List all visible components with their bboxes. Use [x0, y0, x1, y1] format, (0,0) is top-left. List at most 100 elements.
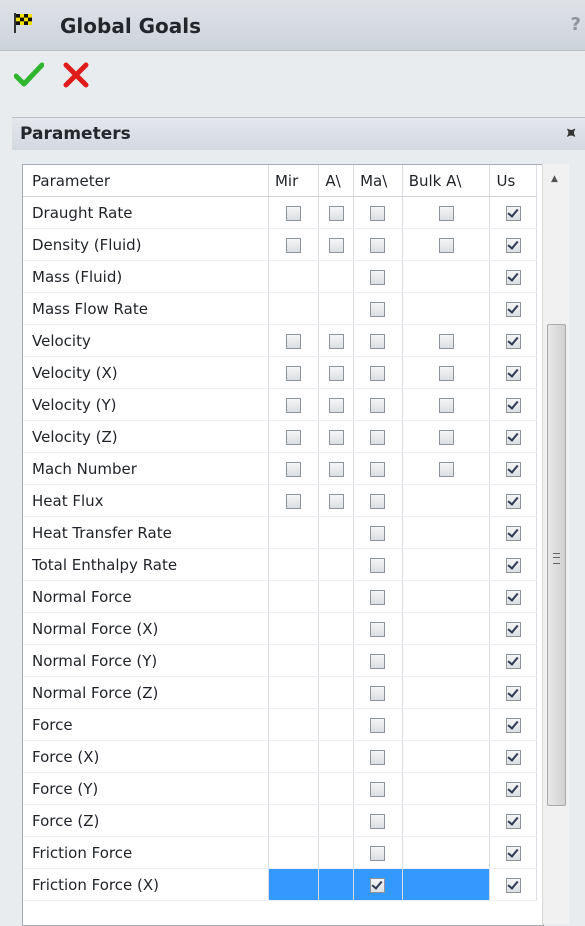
table-row[interactable]: Force [23, 708, 537, 741]
bulk-checkbox[interactable] [438, 237, 454, 253]
bulk-checkbox[interactable] [438, 461, 454, 477]
use-checkbox[interactable] [505, 781, 521, 797]
av-checkbox[interactable] [328, 493, 344, 509]
table-row[interactable]: Friction Force (X) [23, 868, 537, 901]
use-checkbox[interactable] [505, 397, 521, 413]
use-checkbox[interactable] [505, 557, 521, 573]
table-row[interactable]: Velocity (X) [23, 356, 537, 389]
use-checkbox[interactable] [505, 365, 521, 381]
max-checkbox[interactable] [370, 589, 386, 605]
av-checkbox[interactable] [328, 237, 344, 253]
column-header-av[interactable]: A\ [318, 165, 355, 197]
min-checkbox[interactable] [286, 397, 302, 413]
use-checkbox[interactable] [505, 653, 521, 669]
av-checkbox[interactable] [328, 365, 344, 381]
use-checkbox[interactable] [505, 333, 521, 349]
column-header-max[interactable]: Ma\ [353, 165, 403, 197]
max-checkbox[interactable] [370, 461, 386, 477]
bulk-checkbox[interactable] [438, 205, 454, 221]
bulk-checkbox[interactable] [438, 333, 454, 349]
min-checkbox[interactable] [286, 365, 302, 381]
max-checkbox[interactable] [370, 365, 386, 381]
table-row[interactable]: Force (X) [23, 740, 537, 773]
use-checkbox[interactable] [505, 237, 521, 253]
table-row[interactable]: Normal Force (X) [23, 612, 537, 645]
max-checkbox[interactable] [370, 653, 386, 669]
scrollbar-thumb[interactable] [547, 324, 566, 806]
column-header-parameter[interactable]: Parameter [23, 165, 269, 197]
table-row[interactable]: Heat Transfer Rate [23, 516, 537, 549]
max-checkbox[interactable] [370, 397, 386, 413]
column-header-bulk-av[interactable]: Bulk A\ [402, 165, 491, 197]
max-checkbox[interactable] [370, 781, 386, 797]
use-checkbox[interactable] [505, 621, 521, 637]
av-checkbox[interactable] [328, 205, 344, 221]
min-checkbox[interactable] [286, 205, 302, 221]
table-row[interactable]: Heat Flux [23, 484, 537, 517]
table-row[interactable]: Mass Flow Rate [23, 292, 537, 325]
ok-button[interactable] [14, 62, 44, 88]
use-checkbox[interactable] [505, 877, 521, 893]
column-header-min[interactable]: Mir [268, 165, 320, 197]
max-checkbox[interactable] [370, 301, 386, 317]
max-checkbox[interactable] [370, 525, 386, 541]
table-row[interactable]: Mass (Fluid) [23, 260, 537, 293]
table-row[interactable]: Density (Fluid) [23, 228, 537, 261]
use-checkbox[interactable] [505, 589, 521, 605]
column-header-use[interactable]: Us [489, 165, 537, 197]
table-row[interactable]: Velocity (Y) [23, 388, 537, 421]
use-checkbox[interactable] [505, 493, 521, 509]
table-row[interactable]: Normal Force (Y) [23, 644, 537, 677]
use-checkbox[interactable] [505, 461, 521, 477]
max-checkbox[interactable] [370, 877, 386, 893]
bulk-checkbox[interactable] [438, 397, 454, 413]
max-checkbox[interactable] [370, 813, 386, 829]
use-checkbox[interactable] [505, 813, 521, 829]
table-row[interactable]: Draught Rate [23, 196, 537, 229]
use-checkbox[interactable] [505, 845, 521, 861]
help-icon[interactable]: ? [571, 14, 581, 35]
min-checkbox[interactable] [286, 493, 302, 509]
table-row[interactable]: Normal Force [23, 580, 537, 613]
scroll-up-arrow-icon[interactable]: ▲ [551, 174, 558, 184]
collapse-icon[interactable]: ⯍ [565, 123, 577, 143]
table-row[interactable]: Force (Z) [23, 804, 537, 837]
table-row[interactable]: Total Enthalpy Rate [23, 548, 537, 581]
av-checkbox[interactable] [328, 397, 344, 413]
max-checkbox[interactable] [370, 429, 386, 445]
use-checkbox[interactable] [505, 429, 521, 445]
use-checkbox[interactable] [505, 301, 521, 317]
max-checkbox[interactable] [370, 845, 386, 861]
min-checkbox[interactable] [286, 333, 302, 349]
bulk-checkbox[interactable] [438, 429, 454, 445]
max-checkbox[interactable] [370, 493, 386, 509]
bulk-checkbox[interactable] [438, 365, 454, 381]
min-checkbox[interactable] [286, 237, 302, 253]
av-checkbox[interactable] [328, 333, 344, 349]
use-checkbox[interactable] [505, 685, 521, 701]
use-checkbox[interactable] [505, 205, 521, 221]
max-checkbox[interactable] [370, 333, 386, 349]
max-checkbox[interactable] [370, 237, 386, 253]
use-checkbox[interactable] [505, 749, 521, 765]
max-checkbox[interactable] [370, 205, 386, 221]
use-checkbox[interactable] [505, 717, 521, 733]
table-row[interactable]: Mach Number [23, 452, 537, 485]
vertical-scrollbar[interactable]: ▲ [542, 164, 569, 924]
table-row[interactable]: Force (Y) [23, 772, 537, 805]
table-row[interactable]: Normal Force (Z) [23, 676, 537, 709]
min-checkbox[interactable] [286, 429, 302, 445]
max-checkbox[interactable] [370, 685, 386, 701]
max-checkbox[interactable] [370, 557, 386, 573]
max-checkbox[interactable] [370, 749, 386, 765]
max-checkbox[interactable] [370, 717, 386, 733]
table-row[interactable]: Velocity [23, 324, 537, 357]
av-checkbox[interactable] [328, 461, 344, 477]
max-checkbox[interactable] [370, 269, 386, 285]
cancel-button[interactable] [62, 60, 90, 90]
use-checkbox[interactable] [505, 525, 521, 541]
parameters-group-header[interactable]: Parameters ⯍ [12, 117, 585, 151]
max-checkbox[interactable] [370, 621, 386, 637]
table-row[interactable]: Friction Force [23, 836, 537, 869]
av-checkbox[interactable] [328, 429, 344, 445]
